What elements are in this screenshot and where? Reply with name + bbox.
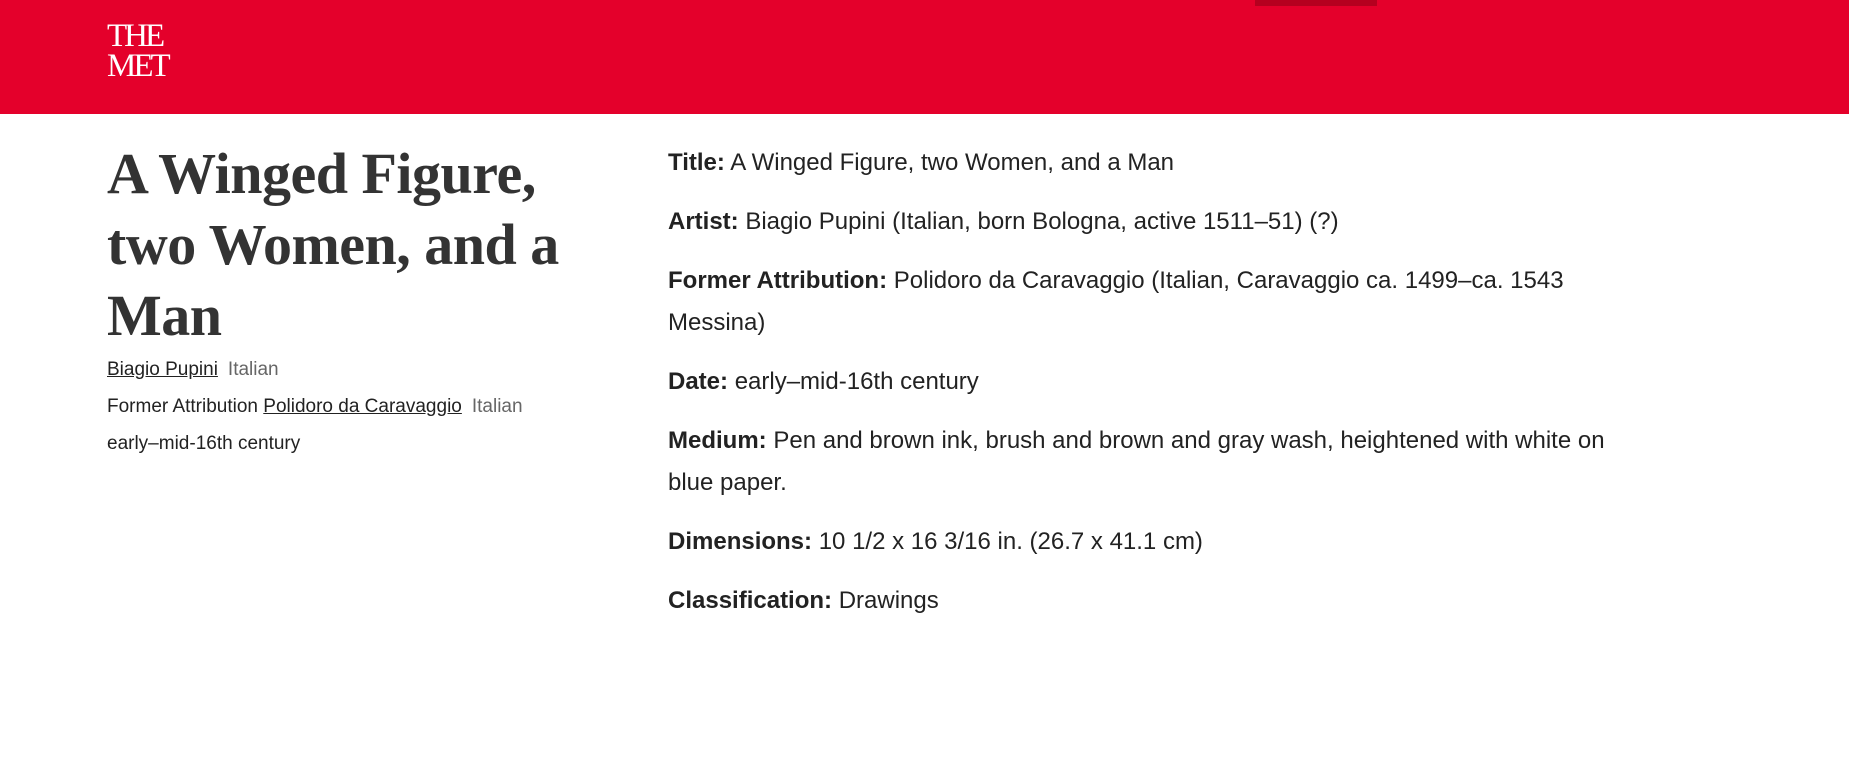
former-attribution-link[interactable]: Polidoro da Caravaggio — [263, 396, 462, 417]
met-logo[interactable]: THE MET — [107, 18, 171, 87]
logo-line-2: MET — [107, 48, 171, 84]
detail-label: Dimensions: — [668, 528, 813, 555]
detail-label: Medium: — [668, 427, 767, 454]
site-header: THE MET — [0, 0, 1849, 114]
detail-value: Drawings — [838, 587, 939, 614]
former-attribution-nationality: Italian — [471, 396, 523, 417]
artwork-summary: A Winged Figure, two Women, and a Man Bi… — [107, 138, 607, 462]
detail-date: Date: early–mid-16th century — [668, 361, 1628, 403]
detail-label: Former Attribution: — [668, 267, 888, 294]
artist-link[interactable]: Biagio Pupini — [107, 359, 218, 380]
artwork-details: Title: A Winged Figure, two Women, and a… — [668, 142, 1628, 639]
former-attribution-line: Former Attribution Polidoro da Caravaggi… — [107, 388, 607, 425]
artist-nationality: Italian — [227, 359, 279, 380]
detail-dimensions: Dimensions: 10 1/2 x 16 3/16 in. (26.7 x… — [668, 521, 1628, 563]
detail-value: 10 1/2 x 16 3/16 in. (26.7 x 41.1 cm) — [818, 528, 1203, 555]
header-accent-bar — [1255, 0, 1377, 6]
artist-line: Biagio Pupini Italian — [107, 351, 607, 388]
detail-value: early–mid-16th century — [734, 368, 979, 395]
detail-medium: Medium: Pen and brown ink, brush and bro… — [668, 420, 1628, 504]
detail-value: Biagio Pupini (Italian, born Bologna, ac… — [745, 208, 1339, 235]
artwork-date: early–mid-16th century — [107, 433, 301, 454]
detail-label: Classification: — [668, 587, 833, 614]
former-attribution-label: Former Attribution — [107, 396, 258, 417]
detail-value: Pen and brown ink, brush and brown and g… — [668, 427, 1605, 496]
artwork-title: A Winged Figure, two Women, and a Man — [107, 141, 559, 348]
logo-line-1: THE — [107, 18, 165, 54]
detail-label: Date: — [668, 368, 729, 395]
detail-artist: Artist: Biagio Pupini (Italian, born Bol… — [668, 201, 1628, 243]
detail-title: Title: A Winged Figure, two Women, and a… — [668, 142, 1628, 184]
detail-label: Artist: — [668, 208, 739, 235]
detail-classification: Classification: Drawings — [668, 580, 1628, 622]
detail-value: A Winged Figure, two Women, and a Man — [730, 149, 1175, 176]
detail-label: Title: — [668, 149, 725, 176]
detail-former-attribution: Former Attribution: Polidoro da Caravagg… — [668, 260, 1628, 344]
